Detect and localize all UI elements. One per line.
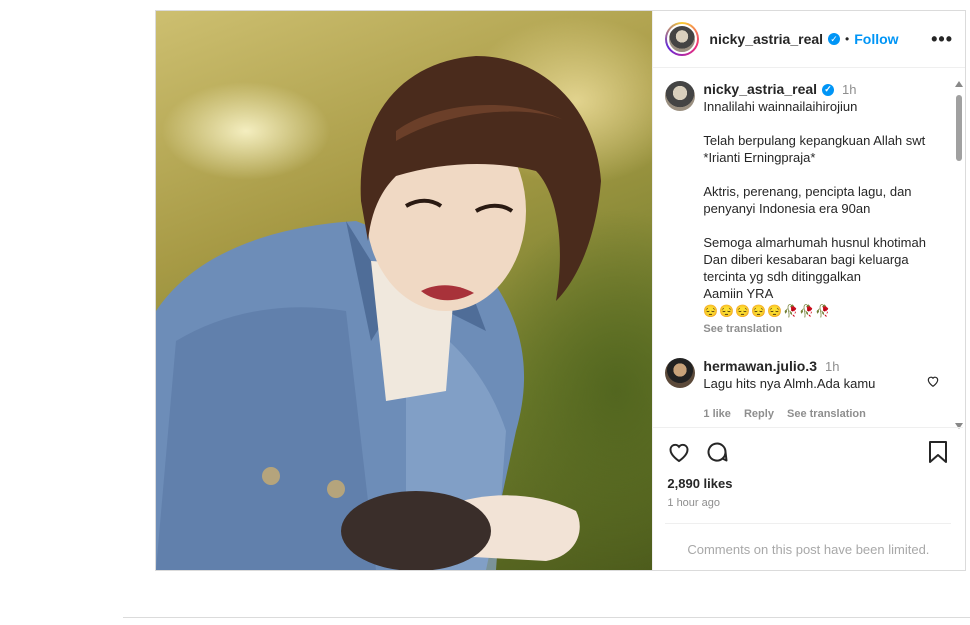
caption-paragraph: Telah berpulang kepangkuan Allah swt *Ir… (703, 133, 926, 165)
more-options-icon[interactable]: ••• (931, 29, 953, 50)
caption-text: Innalilahi wainnailaihirojiun Telah berp… (703, 98, 926, 302)
author-avatar[interactable] (665, 22, 700, 56)
caption-paragraph: Aktris, perenang, pencipta lagu, dan pen… (703, 184, 912, 216)
verified-icon: ✓ (828, 33, 841, 45)
caption-emojis: 😔😔😔😔😔🥀🥀🥀 (703, 304, 831, 318)
comments-scrollbar[interactable] (955, 81, 963, 429)
comment-time: 1h (824, 359, 840, 374)
post-sidebar: nicky_astria_real ✓ • Follow ••• nicky_a… (652, 11, 965, 570)
scroll-thumb[interactable] (956, 95, 962, 161)
caption-paragraph: Innalilahi wainnailaihirojiun (703, 99, 858, 114)
scroll-up-arrow-icon[interactable] (955, 81, 963, 87)
post-photo[interactable] (156, 11, 653, 570)
follow-button[interactable]: Follow (854, 31, 898, 47)
separator-dot: • (845, 32, 850, 46)
author-username[interactable]: nicky_astria_real (709, 31, 823, 47)
commenter-avatar[interactable] (665, 358, 696, 388)
comments-list[interactable]: nicky_astria_real ✓ 1h Innalilahi wainna… (653, 69, 953, 427)
action-bar: 2,890 likes 1 hour ago (653, 427, 964, 509)
post-header: nicky_astria_real ✓ • Follow ••• (653, 11, 965, 68)
comment-item: hermawan.julio.3 1h Lagu hits nya Almh.A… (665, 358, 940, 423)
like-heart-icon[interactable] (667, 440, 691, 464)
comments-limited-notice: Comments on this post have been limited. (665, 523, 952, 557)
post-timestamp: 1 hour ago (667, 497, 720, 509)
caption-time: 1h (842, 82, 857, 97)
divider (123, 617, 970, 618)
portrait-illustration (156, 56, 601, 570)
see-translation-link[interactable]: See translation (703, 321, 926, 338)
caption-paragraph: Semoga almarhumah husnul khotimah Dan di… (703, 235, 926, 301)
comment-bubble-icon[interactable] (705, 440, 729, 464)
likes-count[interactable]: 2,890 likes (667, 476, 949, 491)
comment-text: Lagu hits nya Almh.Ada kamu (703, 376, 876, 391)
comment-see-translation[interactable]: See translation (787, 408, 866, 420)
caption: nicky_astria_real ✓ 1h Innalilahi wainna… (665, 81, 953, 338)
reply-button[interactable]: Reply (744, 408, 774, 420)
verified-icon: ✓ (822, 83, 835, 96)
instagram-post: nicky_astria_real ✓ • Follow ••• nicky_a… (155, 10, 966, 571)
bookmark-icon[interactable] (927, 440, 949, 464)
commenter-username[interactable]: hermawan.julio.3 (703, 358, 817, 375)
caption-username[interactable]: nicky_astria_real (703, 81, 817, 98)
comment-like-heart-icon[interactable] (926, 374, 940, 388)
comment-likes[interactable]: 1 like (703, 408, 731, 420)
caption-avatar[interactable] (665, 81, 696, 111)
